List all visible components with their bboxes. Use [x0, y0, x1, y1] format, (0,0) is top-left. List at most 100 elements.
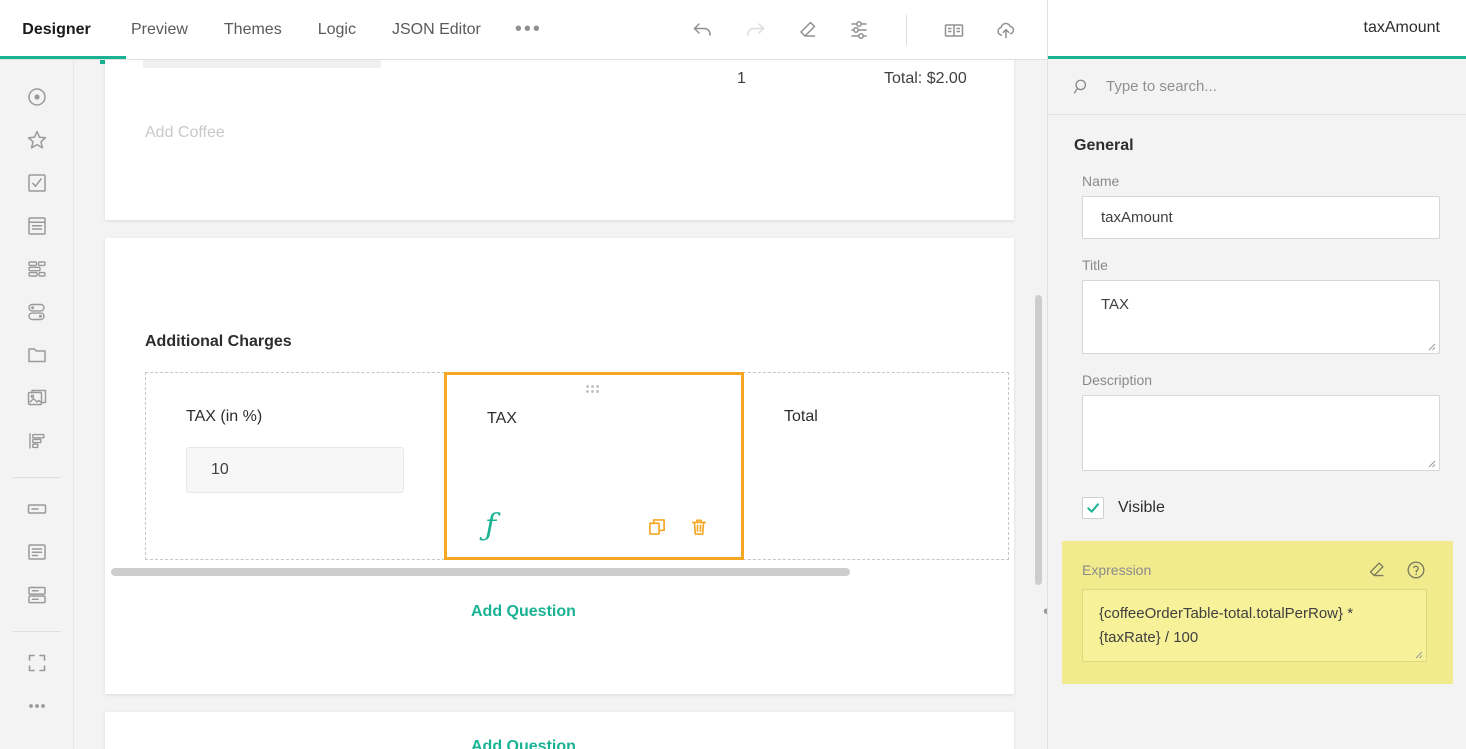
drag-handle-icon[interactable] [586, 385, 602, 393]
matrix-horizontal-scrollbar[interactable] [106, 568, 970, 576]
preview-book-icon[interactable] [941, 17, 967, 43]
dropdown-icon[interactable] [22, 211, 52, 241]
toolbar-divider [906, 15, 907, 45]
tab-preview-label: Preview [131, 21, 188, 39]
title-textarea[interactable]: TAX [1082, 280, 1440, 354]
comment-icon[interactable] [22, 537, 52, 567]
expand-icon[interactable] [22, 648, 52, 678]
toolbox-divider-2 [13, 631, 61, 632]
expression-property-block: Expression [1062, 541, 1453, 684]
text-input-icon[interactable] [22, 494, 52, 524]
property-grid-panel: taxAmount General Name Title TAX [1047, 0, 1466, 749]
image-icon[interactable] [22, 383, 52, 413]
question-card-coffee-order[interactable]: 1 Total: $2.00 Add Coffee [105, 60, 1014, 220]
expression-function-icon[interactable]: ƒ [485, 511, 496, 541]
matrix-cell-tax-rate[interactable]: TAX (in %) 10 [145, 372, 445, 560]
clear-eraser-icon[interactable] [794, 17, 820, 43]
page-title: Additional Charges [145, 333, 292, 351]
field-title: Title TAX [1048, 239, 1466, 354]
undo-icon[interactable] [690, 17, 716, 43]
settings-sliders-icon[interactable] [846, 17, 872, 43]
ranking-icon[interactable] [22, 254, 52, 284]
property-panel-header: taxAmount [1048, 0, 1466, 59]
add-question-button-bottom[interactable]: Add Question [471, 738, 576, 749]
title-textarea-value: TAX [1101, 296, 1129, 313]
tab-themes-label: Themes [224, 21, 282, 39]
field-name: Name [1048, 155, 1466, 239]
resize-grip-icon[interactable] [1426, 341, 1436, 351]
boolean-toggle-icon[interactable] [22, 297, 52, 327]
matrix-cell-label: TAX [487, 410, 517, 428]
ghost-input-field [143, 60, 381, 68]
tab-logic-label: Logic [318, 21, 356, 39]
matrix-cell-total[interactable]: Total [743, 372, 1009, 560]
property-panel-title: taxAmount [1364, 19, 1440, 37]
field-title-label: Title [1082, 257, 1440, 273]
question-card-additional-charges[interactable]: Additional Charges TAX (in %) 10 TAX ƒ [105, 238, 1014, 694]
matrix-cell-actions [647, 517, 709, 537]
canvas-vertical-scrollbar-thumb[interactable] [1035, 295, 1042, 585]
survey-creator-app: Designer Preview Themes Logic JSON Edito… [0, 0, 1466, 749]
property-search-bar[interactable] [1048, 59, 1466, 115]
rating-star-icon[interactable] [22, 125, 52, 155]
matrix-cell-tax-amount-selected[interactable]: TAX ƒ [444, 372, 744, 560]
visible-checkbox-row[interactable]: Visible [1048, 471, 1466, 519]
field-description-label: Description [1082, 372, 1440, 388]
cloud-upload-icon[interactable] [993, 17, 1019, 43]
clear-eraser-icon[interactable] [1365, 559, 1387, 581]
help-question-icon[interactable] [1405, 559, 1427, 581]
row-total-value: Total: $2.00 [884, 70, 967, 88]
add-question-card[interactable]: Add Question ••• [105, 712, 1014, 749]
tab-json-editor[interactable]: JSON Editor [374, 0, 499, 59]
description-textarea[interactable] [1082, 395, 1440, 471]
search-input[interactable] [1106, 78, 1406, 95]
tab-json-editor-label: JSON Editor [392, 21, 481, 39]
matrix-dropdown-columns: TAX (in %) 10 TAX ƒ [145, 372, 1011, 560]
expression-value: {coffeeOrderTable-total.totalPerRow} * {… [1099, 605, 1353, 646]
expression-textarea[interactable]: {coffeeOrderTable-total.totalPerRow} * {… [1082, 589, 1427, 662]
delete-icon[interactable] [689, 517, 709, 537]
more-dots-icon[interactable] [22, 691, 52, 721]
duplicate-icon[interactable] [647, 517, 667, 537]
tab-themes[interactable]: Themes [206, 0, 300, 59]
matrix-cell-label: TAX (in %) [186, 408, 262, 426]
name-input[interactable] [1082, 196, 1440, 239]
tab-designer-label: Designer [22, 21, 90, 39]
tax-rate-input[interactable]: 10 [186, 447, 404, 493]
search-icon [1072, 77, 1092, 97]
top-bar: Designer Preview Themes Logic JSON Edito… [0, 0, 1047, 60]
design-canvas: 1 Total: $2.00 Add Coffee Additional Cha… [74, 60, 1047, 749]
toolbox-divider [13, 477, 61, 478]
add-question-row-bottom: Add Question ••• [105, 721, 1014, 749]
visible-checkbox[interactable] [1082, 497, 1104, 519]
tab-overflow-dots-icon[interactable]: ••• [499, 18, 558, 41]
chart-bar-icon[interactable] [22, 426, 52, 456]
expression-header: Expression [1082, 559, 1427, 581]
matrix-horizontal-scrollbar-thumb[interactable] [111, 568, 850, 576]
add-question-button[interactable]: Add Question [471, 603, 576, 621]
tab-bar: Designer Preview Themes Logic JSON Edito… [0, 0, 558, 59]
canvas-vertical-scrollbar[interactable] [1035, 60, 1043, 749]
field-name-label: Name [1082, 173, 1440, 189]
row-quantity-value: 1 [737, 70, 746, 88]
add-coffee-button[interactable]: Add Coffee [145, 124, 225, 142]
matrix-cell-label: Total [784, 408, 818, 426]
resize-grip-icon[interactable] [1413, 649, 1423, 659]
tab-preview[interactable]: Preview [113, 0, 206, 59]
visible-checkbox-label: Visible [1118, 499, 1165, 517]
file-folder-icon[interactable] [22, 340, 52, 370]
field-description: Description [1048, 354, 1466, 471]
add-question-row-charges: Add Question ••• [105, 586, 1014, 638]
tab-logic[interactable]: Logic [300, 0, 374, 59]
radiogroup-icon[interactable] [22, 82, 52, 112]
tab-designer[interactable]: Designer [0, 0, 113, 59]
resize-grip-icon[interactable] [1426, 458, 1436, 468]
toolbox-sidebar [0, 60, 74, 749]
redo-icon [742, 17, 768, 43]
expression-label: Expression [1082, 562, 1151, 578]
property-group-title: General [1048, 115, 1466, 155]
multipletext-icon[interactable] [22, 580, 52, 610]
checkbox-icon[interactable] [22, 168, 52, 198]
expression-actions [1365, 559, 1427, 581]
toolbar-actions [690, 0, 1019, 59]
